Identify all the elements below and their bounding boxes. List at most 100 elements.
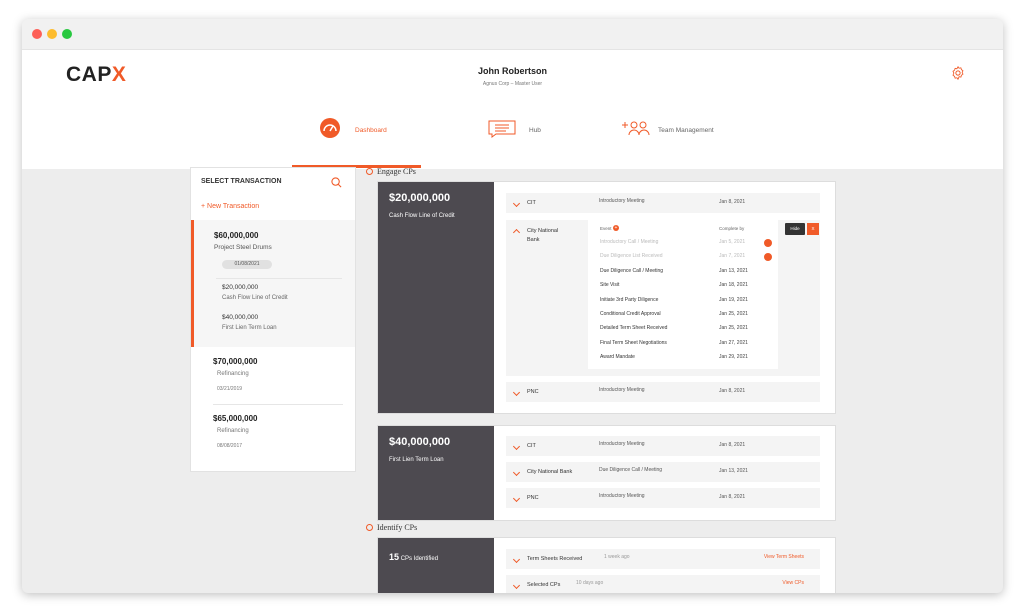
chevron-down-icon[interactable]	[512, 555, 521, 564]
transaction-amount: $65,000,000	[213, 414, 258, 423]
tab-hub[interactable]: Hub	[487, 115, 567, 150]
cp-name: CIT	[527, 200, 536, 206]
event-name: Award Mandate	[600, 354, 635, 361]
cp-row-expanded: City National Bank Event + Complete by I…	[506, 220, 820, 376]
cps-count: 15	[389, 552, 400, 562]
divider	[216, 278, 342, 279]
close-button[interactable]: X	[807, 223, 819, 235]
tab-team-management-label: Team Management	[658, 127, 714, 134]
transaction-date: 03/21/2019	[217, 386, 243, 392]
hide-button[interactable]: Hide	[785, 223, 805, 235]
cp-event: Introductory Meeting	[599, 441, 645, 447]
transaction-date-badge: 01/08/2021	[222, 260, 272, 269]
window-titlebar	[22, 19, 1003, 50]
transaction-date: 08/08/2017	[217, 443, 243, 449]
cp-name: PNC	[527, 495, 539, 501]
event-name: Conditional Credit Approval	[600, 311, 661, 317]
card-amount: $40,000,000	[389, 436, 451, 448]
identify-row-name: Term Sheets Received	[527, 556, 583, 562]
event-name: Due Diligence List Received	[600, 253, 663, 260]
transaction-item-active[interactable]: $60,000,000 Project Steel Drums 01/08/20…	[191, 220, 355, 347]
transaction-item[interactable]: $70,000,000 Refinancing 03/21/2019	[191, 348, 355, 404]
tab-dashboard[interactable]: Dashboard	[319, 115, 409, 150]
section-marker-icon	[366, 524, 373, 531]
sub-transaction-amount[interactable]: $20,000,000	[222, 284, 258, 291]
gear-icon[interactable]	[950, 65, 966, 81]
view-term-sheets-link[interactable]: View Term Sheets	[764, 554, 804, 560]
sub-transaction-amount[interactable]: $40,000,000	[222, 314, 258, 321]
chevron-down-icon[interactable]	[512, 199, 521, 208]
team-icon	[622, 121, 650, 136]
cp-date: Jan 8, 2021	[719, 388, 746, 394]
event-column-header: Event	[600, 226, 612, 231]
cp-row[interactable]: PNC Introductory Meeting Jan 8, 2021	[506, 488, 820, 508]
transaction-item[interactable]: $65,000,000 Refinancing 08/08/2017	[191, 405, 355, 461]
tab-dashboard-label: Dashboard	[355, 127, 387, 134]
chevron-down-icon[interactable]	[512, 468, 521, 477]
new-transaction-button[interactable]: + New Transaction	[201, 203, 259, 210]
cp-row[interactable]: City National Bank Due Diligence Call / …	[506, 462, 820, 482]
sub-transaction-name[interactable]: First Lien Term Loan	[222, 325, 277, 331]
cp-date: Jan 13, 2021	[719, 468, 748, 474]
card-label: First Lien Term Loan	[389, 457, 444, 463]
identify-row[interactable]: Term Sheets Received 1 week ago View Ter…	[506, 549, 820, 569]
minimize-window-button[interactable]	[47, 29, 57, 39]
cp-event: Due Diligence Call / Meeting	[599, 467, 663, 473]
select-transaction-heading: SELECT TRANSACTION	[201, 178, 282, 185]
cp-row[interactable]: PNC Introductory Meeting Jan 8, 2021	[506, 382, 820, 402]
engage-card-term-loan: $40,000,000 First Lien Term Loan CIT Int…	[377, 425, 836, 521]
chevron-down-icon[interactable]	[512, 388, 521, 397]
transaction-name: Project Steel Drums	[214, 244, 272, 251]
cp-name: City National Bank	[527, 469, 573, 475]
event-name: Detailed Term Sheet Received	[600, 325, 668, 332]
event-name: Site Visit	[600, 282, 620, 289]
chat-bubble-icon	[488, 120, 516, 138]
identify-row[interactable]: Selected CPs 10 days ago View CPs	[506, 575, 820, 593]
chevron-down-icon[interactable]	[512, 494, 521, 503]
cp-row[interactable]: CIT Introductory Meeting Jan 8, 2021	[506, 193, 820, 213]
event-date: Jan 25, 2021	[719, 311, 748, 317]
identify-row-time: 10 days ago	[576, 580, 604, 586]
user-name: John Robertson	[478, 66, 547, 76]
cp-name: PNC	[527, 389, 539, 395]
sub-transaction-name[interactable]: Cash Flow Line of Credit	[222, 295, 288, 301]
event-name: Due Diligence Call / Meeting	[600, 267, 664, 274]
event-timeline: Event + Complete by Introductory Call / …	[588, 220, 778, 369]
card-summary: 15 CPs Identified	[378, 538, 494, 593]
event-date: Jan 5, 2021	[719, 239, 746, 245]
event-date: Jan 7, 2021	[719, 253, 746, 260]
identify-row-time: 1 week ago	[604, 554, 630, 560]
card-summary: $40,000,000 First Lien Term Loan	[378, 426, 494, 520]
check-icon	[764, 239, 772, 251]
cp-date: Jan 8, 2021	[719, 494, 746, 500]
close-window-button[interactable]	[32, 29, 42, 39]
event-date: Jan 27, 2021	[719, 339, 748, 346]
chevron-up-icon[interactable]	[512, 228, 521, 237]
transaction-amount: $60,000,000	[214, 231, 259, 240]
cps-count-label: CPs Identified	[400, 556, 439, 562]
maximize-window-button[interactable]	[62, 29, 72, 39]
chevron-down-icon[interactable]	[512, 442, 521, 451]
event-date: Jan 19, 2021	[719, 296, 748, 303]
cp-row[interactable]: CIT Introductory Meeting Jan 8, 2021	[506, 436, 820, 456]
identify-row-name: Selected CPs	[527, 582, 561, 588]
card-summary: $20,000,000 Cash Flow Line of Credit	[378, 182, 494, 413]
identify-cps-title: Identify CPs	[377, 523, 418, 532]
tab-team-management[interactable]: Team Management	[620, 115, 740, 150]
event-name: Final Term Sheet Negotiations	[600, 339, 667, 346]
engage-cps-title: Engage CPs	[377, 167, 416, 176]
card-label: Cash Flow Line of Credit	[389, 213, 455, 219]
cp-name: City National Bank	[527, 228, 559, 243]
view-cps-link[interactable]: View CPs	[782, 580, 804, 586]
app-header: CAPX John Robertson Agnus Corp – Master …	[22, 50, 1003, 169]
cp-name: CIT	[527, 443, 536, 449]
select-transaction-panel: SELECT TRANSACTION + New Transaction $60…	[190, 167, 356, 472]
cp-date: Jan 8, 2021	[719, 442, 746, 448]
tab-hub-label: Hub	[529, 127, 541, 134]
add-event-icon[interactable]: +	[613, 225, 619, 231]
search-icon[interactable]	[331, 177, 342, 188]
event-name: Introductory Call / Meeting	[600, 239, 659, 245]
chevron-down-icon[interactable]	[512, 581, 521, 590]
speedometer-icon	[320, 118, 340, 138]
transaction-name: Refinancing	[217, 371, 249, 377]
